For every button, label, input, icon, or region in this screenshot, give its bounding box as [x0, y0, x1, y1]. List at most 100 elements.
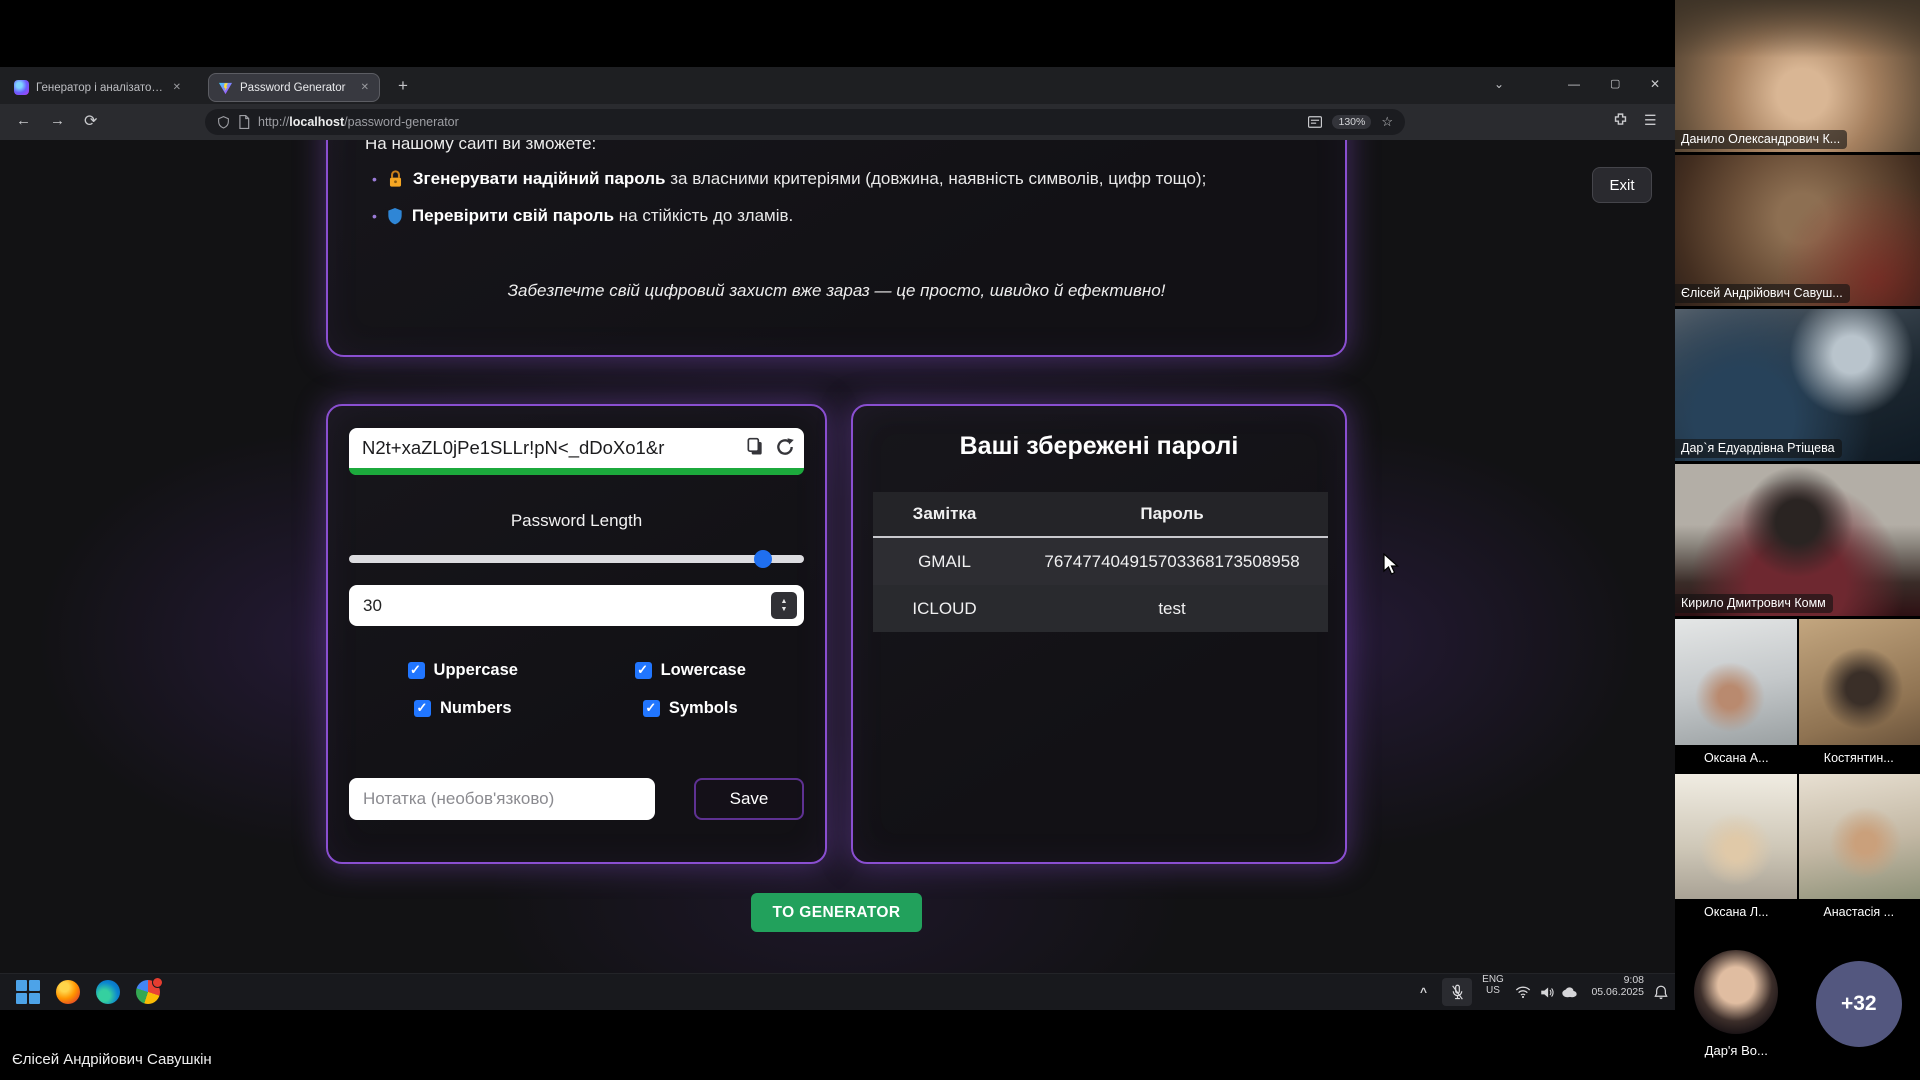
window-maximize-button[interactable]: ▢ — [1610, 77, 1620, 90]
tab-search-icon[interactable]: ⌄ — [1494, 77, 1504, 91]
shield-icon — [387, 207, 403, 225]
participant-tile-pair[interactable]: Оксана А... Костянтин... — [1675, 619, 1920, 771]
window-close-button[interactable]: ✕ — [1650, 77, 1660, 91]
date-text: 05.06.2025 — [1591, 986, 1644, 998]
taskbar-clock[interactable]: 9:08 05.06.2025 — [1584, 974, 1644, 1010]
shared-screen: Генератор і аналізатор парол ✕ Password … — [0, 67, 1675, 1009]
site-security-shield-icon — [217, 115, 230, 129]
column-header-password: Пароль — [1016, 492, 1328, 537]
participant-name: Оксана Л... — [1675, 905, 1798, 919]
participant-video[interactable] — [1675, 619, 1797, 745]
generated-password-input[interactable] — [349, 428, 804, 468]
tab-title: Генератор і аналізатор парол — [36, 82, 165, 94]
checkbox-uppercase[interactable]: Uppercase — [349, 661, 577, 680]
back-button[interactable]: ← — [16, 112, 31, 129]
refresh-icon[interactable] — [775, 437, 795, 457]
password-length-label: Password Length — [328, 511, 825, 531]
column-header-note: Замітка — [873, 492, 1016, 537]
symbols-checkbox[interactable] — [643, 700, 660, 717]
lowercase-checkbox[interactable] — [635, 662, 652, 679]
to-generator-button[interactable]: TO GENERATOR — [751, 893, 922, 932]
spinner-down-icon[interactable]: ▼ — [781, 606, 788, 614]
participant-no-video[interactable]: Дар'я Во... — [1675, 928, 1798, 1080]
bookmark-star-icon[interactable]: ☆ — [1381, 114, 1393, 130]
participant-name: Костянтин... — [1798, 751, 1920, 765]
number-spinner[interactable]: ▲ ▼ — [771, 592, 797, 619]
speaker-icon[interactable] — [1536, 974, 1558, 1010]
participant-name: Оксана А... — [1675, 751, 1798, 765]
password-field-wrap — [349, 428, 804, 475]
window-minimize-button[interactable]: — — [1568, 77, 1580, 91]
reload-button[interactable]: ⟳ — [84, 111, 97, 131]
saved-passwords-table: Замітка Пароль GMAIL 7674774049157033681… — [873, 492, 1328, 632]
overflow-count-badge[interactable]: +32 — [1816, 961, 1902, 1047]
checkbox-lowercase[interactable]: Lowercase — [577, 661, 805, 680]
zoom-badge[interactable]: 130% — [1332, 115, 1371, 129]
checkbox-numbers[interactable]: Numbers — [349, 699, 577, 718]
microphone-muted-icon[interactable] — [1442, 978, 1472, 1006]
browser-menu-icon[interactable]: ☰ — [1644, 112, 1657, 129]
numbers-checkbox[interactable] — [414, 700, 431, 717]
tab-close-icon[interactable]: ✕ — [172, 82, 182, 93]
page-info-icon — [238, 115, 250, 129]
overflow-participants[interactable]: +32 — [1798, 928, 1920, 1080]
tab-password-generator[interactable]: Password Generator ✕ — [208, 73, 380, 102]
generator-card: Password Length ▲ ▼ Uppercase — [326, 404, 827, 864]
participant-video[interactable] — [1675, 774, 1797, 900]
tab-close-icon[interactable]: ✕ — [360, 82, 370, 93]
copy-icon[interactable] — [745, 437, 765, 457]
cell-password: 767477404915703368173508958 — [1016, 537, 1328, 585]
browser-tab-strip: Генератор і аналізатор парол ✕ Password … — [0, 67, 1675, 104]
length-slider[interactable] — [349, 555, 804, 563]
firefox-icon[interactable] — [56, 980, 80, 1004]
length-slider-thumb[interactable] — [754, 550, 772, 568]
browser-app-icon[interactable] — [136, 980, 160, 1004]
extensions-icon[interactable] — [1612, 112, 1629, 129]
edge-icon[interactable] — [96, 980, 120, 1004]
bullet-dot: • — [372, 171, 377, 187]
new-tab-button[interactable]: + — [398, 75, 408, 97]
start-button[interactable] — [16, 980, 40, 1004]
cell-note: GMAIL — [873, 537, 1016, 585]
checkbox-symbols[interactable]: Symbols — [577, 699, 805, 718]
active-speaker-name: Єлісей Андрійович Савушкін — [12, 1051, 212, 1068]
forward-button[interactable]: → — [50, 112, 65, 129]
participant-name: Анастасія ... — [1798, 905, 1920, 919]
spinner-up-icon[interactable]: ▲ — [781, 598, 788, 606]
save-button[interactable]: Save — [694, 778, 804, 820]
participant-tile-pair[interactable]: Оксана Л... Анастасія ... — [1675, 774, 1920, 926]
reading-mode-icon[interactable] — [1308, 116, 1322, 128]
address-bar-right: 130% ☆ — [1308, 114, 1393, 130]
participant-avatar — [1694, 950, 1778, 1034]
wifi-icon[interactable] — [1512, 974, 1534, 1010]
page-content: На нашому сайті ви зможете: • Згенеруват… — [0, 140, 1675, 973]
participant-video[interactable] — [1799, 774, 1920, 900]
cell-password: test — [1016, 585, 1328, 632]
participant-video[interactable] — [1799, 619, 1920, 745]
notifications-bell-icon[interactable] — [1650, 974, 1672, 1010]
participant-tile[interactable]: Кирило Дмитрович Комм — [1675, 464, 1920, 616]
tab-generator-analyzer[interactable]: Генератор і аналізатор парол ✕ — [5, 73, 191, 102]
participant-name: Кирило Дмитрович Комм — [1675, 594, 1833, 613]
tray-expand-chevron[interactable]: ^ — [1420, 974, 1427, 1010]
participant-name: Дар'я Во... — [1705, 1043, 1768, 1058]
length-number-input[interactable] — [349, 585, 804, 626]
note-input[interactable] — [349, 778, 655, 820]
weather-cloud-icon[interactable] — [1558, 974, 1580, 1010]
participants-sidebar: Данило Олександрович К... Єлісей Андрійо… — [1675, 0, 1920, 1080]
participant-name: Данило Олександрович К... — [1675, 130, 1847, 149]
lock-icon — [387, 170, 404, 188]
windows-taskbar: ^ ENG US — [0, 973, 1675, 1010]
screen: Генератор і аналізатор парол ✕ Password … — [0, 0, 1920, 1080]
uppercase-checkbox[interactable] — [408, 662, 425, 679]
language-indicator[interactable]: ENG US — [1480, 974, 1506, 1010]
participant-tile-pair[interactable]: Дар'я Во... +32 — [1675, 928, 1920, 1080]
participant-tile[interactable]: Єлісей Андрійович Савуш... — [1675, 155, 1920, 307]
address-bar[interactable]: http://localhost/password-generator 130%… — [205, 109, 1405, 135]
participant-tile[interactable]: Данило Олександрович К... — [1675, 0, 1920, 152]
participant-tile[interactable]: Дар`я Едуардівна Ртіщева — [1675, 309, 1920, 461]
intro-heading: На нашому сайті ви зможете: — [365, 140, 596, 154]
exit-fullscreen-button[interactable]: Exit — [1592, 167, 1652, 203]
browser-toolbar: ← → ⟳ http://localhost/password-generato… — [0, 104, 1675, 140]
table-row: GMAIL 767477404915703368173508958 — [873, 537, 1328, 585]
